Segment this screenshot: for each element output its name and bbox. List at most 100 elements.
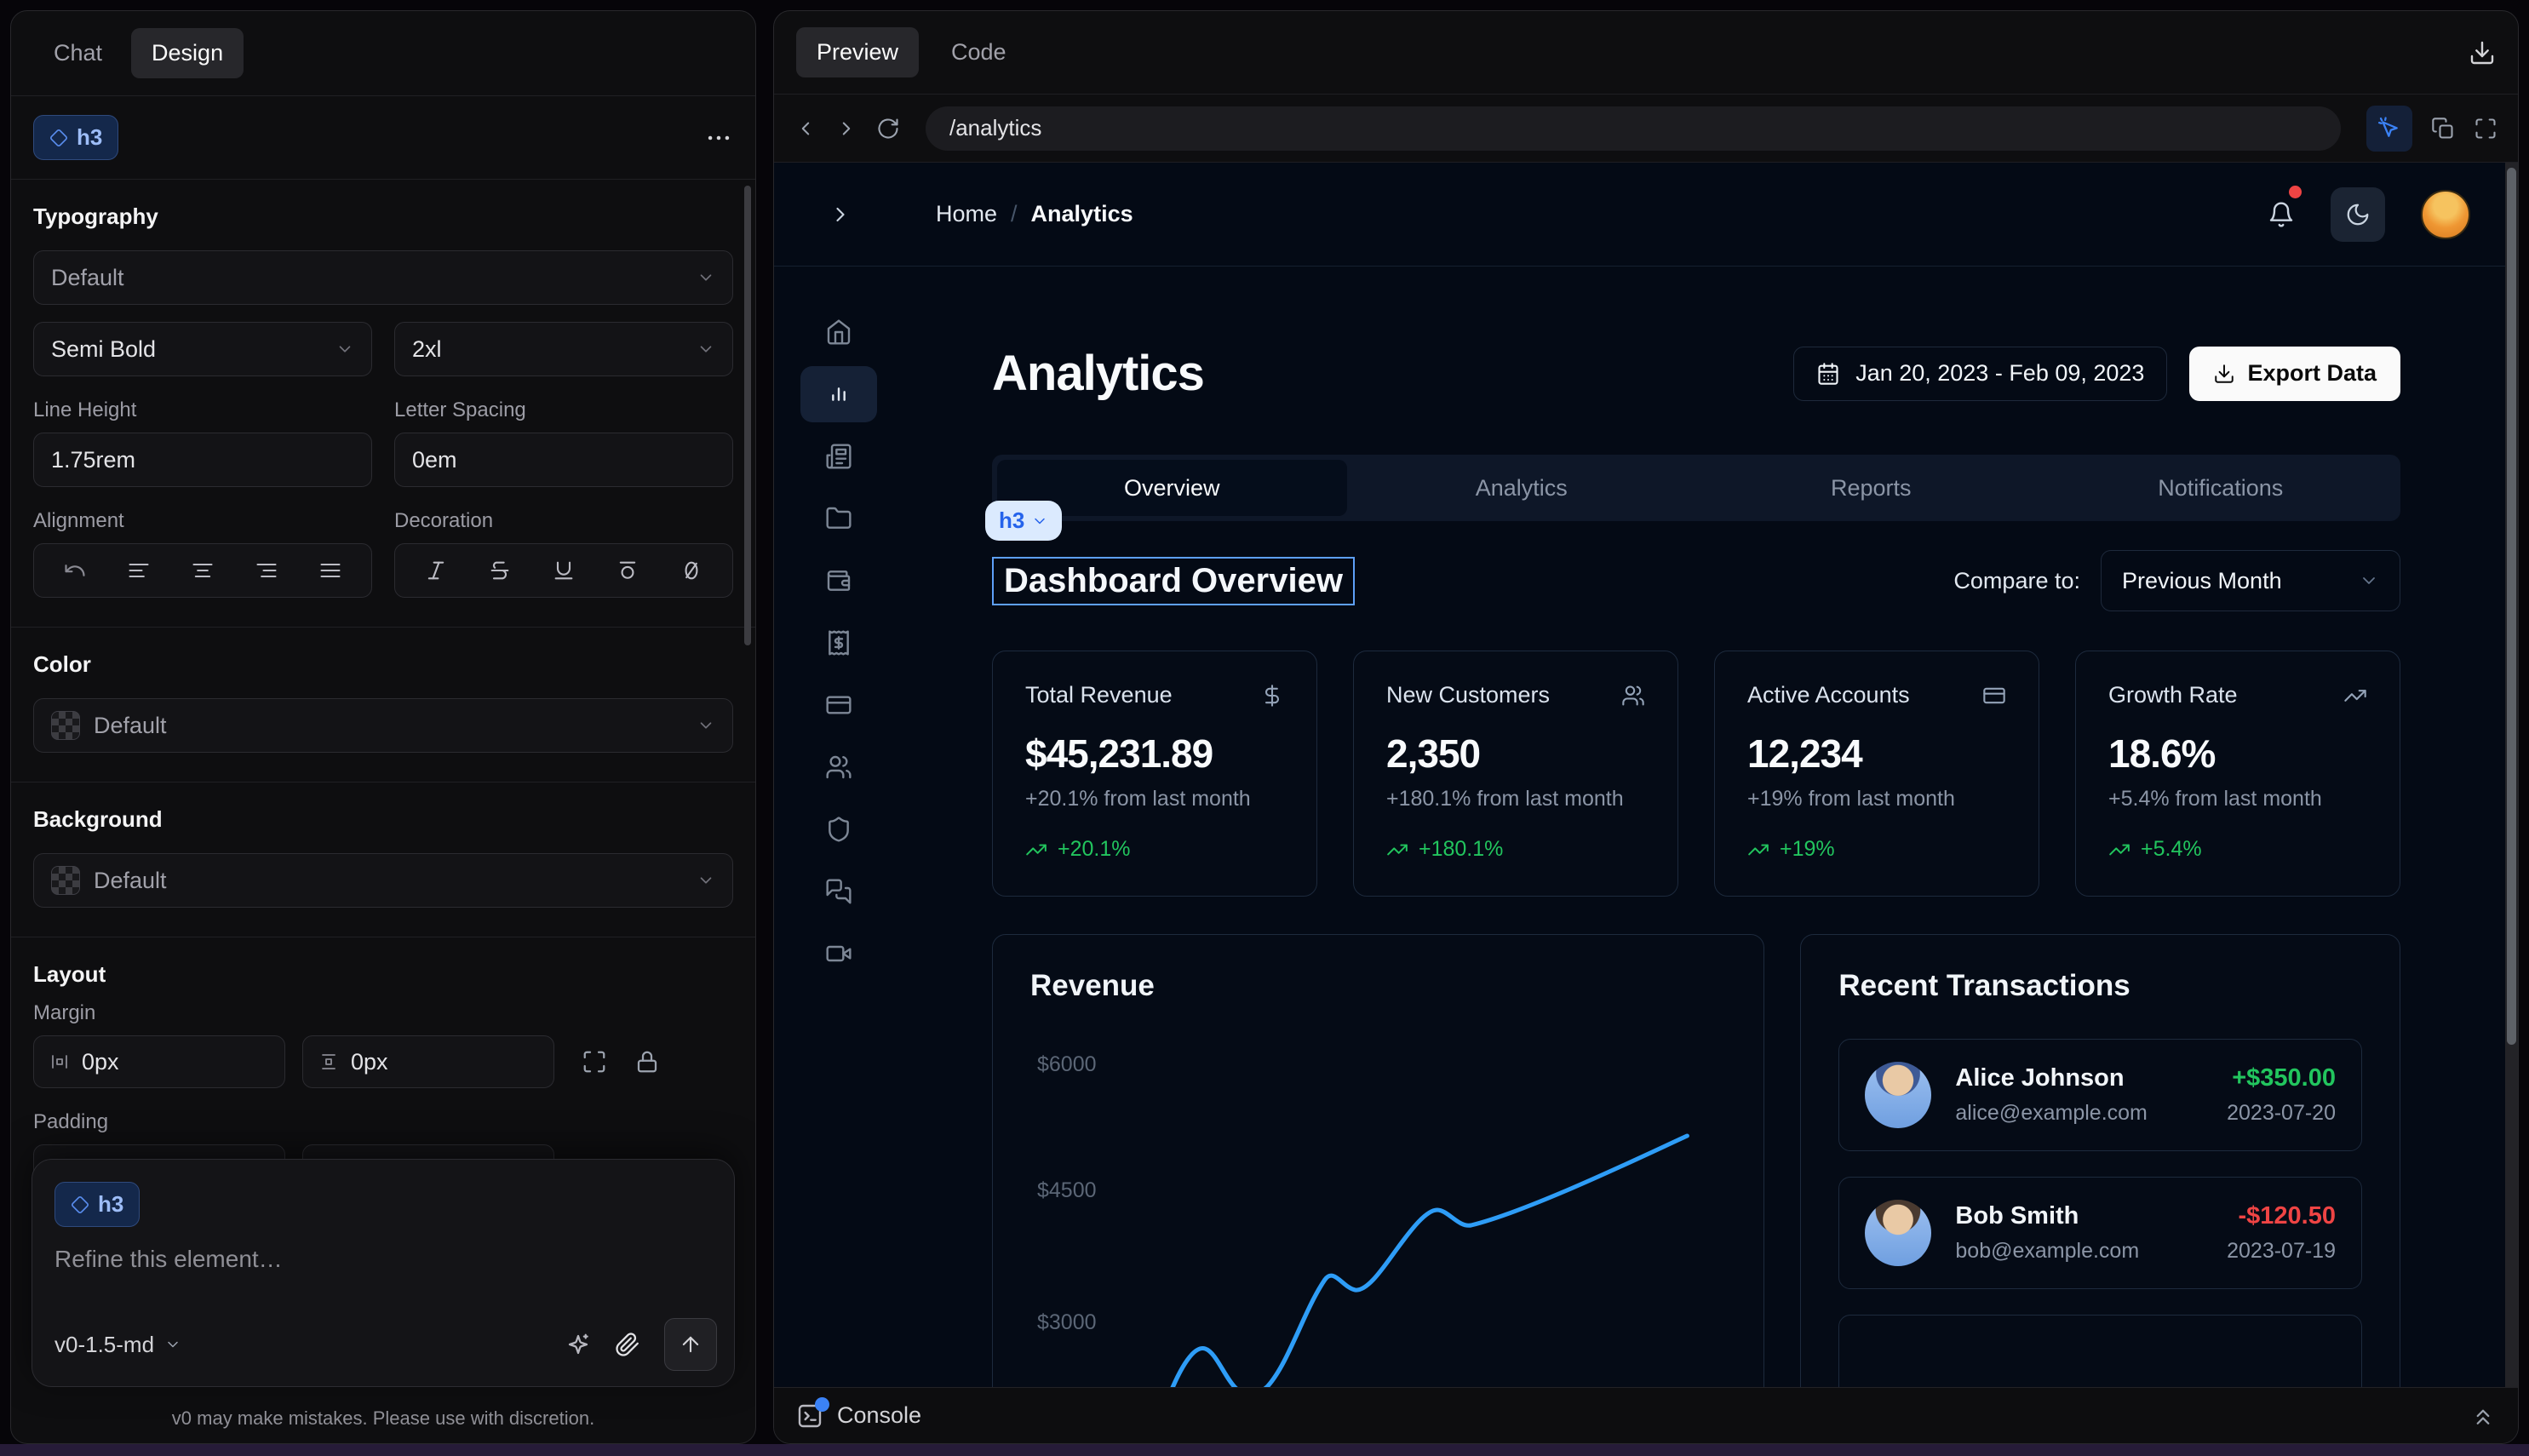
breadcrumb-current: Analytics [1031,201,1133,227]
back-icon[interactable] [794,118,817,140]
no-decoration-icon[interactable] [680,559,703,582]
user-avatar[interactable] [2421,190,2470,239]
inspector-selection-chip[interactable]: h3 [985,501,1062,541]
app-header: Home / Analytics [774,163,2518,267]
font-family-select[interactable]: Default [33,250,733,305]
forward-icon[interactable] [835,118,857,140]
arrow-up-icon [679,1333,702,1356]
console-badge-dot [815,1397,829,1412]
console-bar[interactable]: Console [774,1387,2518,1443]
margin-horizontal-icon [49,1052,70,1072]
tab-code[interactable]: Code [931,27,1027,77]
stats-grid: Total Revenue $45,231.89 +20.1% from las… [992,651,2400,897]
notifications-button[interactable] [2268,201,2295,228]
decoration-label: Decoration [394,509,733,533]
lock-icon[interactable] [634,1049,660,1075]
paperclip-icon[interactable] [615,1332,640,1357]
breadcrumb: Home / Analytics [936,201,1133,227]
letter-spacing-input[interactable]: 0em [394,433,733,487]
alignment-group [33,543,372,598]
font-weight-select[interactable]: Semi Bold [33,322,372,376]
rail-item-users[interactable] [774,736,903,798]
margin-y-input[interactable]: 0px [302,1035,554,1088]
inspect-cursor-button[interactable] [2366,106,2412,152]
chevron-down-icon [697,340,715,358]
credit-card-icon [825,691,852,719]
trending-up-icon [2108,839,2130,861]
sidebar-toggle-icon[interactable] [829,203,852,226]
users-icon [825,754,852,781]
bell-icon [2268,201,2295,228]
selected-element-chip[interactable]: h3 [33,115,118,160]
tab-reports[interactable]: Reports [1696,460,2046,516]
moon-icon [2345,202,2371,227]
model-select[interactable]: v0-1.5-md [54,1332,181,1358]
align-right-icon[interactable] [255,559,278,582]
tab-chat[interactable]: Chat [33,28,123,78]
expand-sides-icon[interactable] [582,1049,607,1075]
rail-item-files[interactable] [774,487,903,549]
date-range-button[interactable]: Jan 20, 2023 - Feb 09, 2023 [1793,347,2167,401]
rail-item-analytics[interactable] [774,363,903,425]
background-heading: Background [33,806,733,833]
font-size-select[interactable]: 2xl [394,322,733,376]
diamond-icon [49,129,68,147]
overline-icon[interactable] [616,559,639,582]
video-icon [825,940,852,967]
underline-icon[interactable] [552,559,576,582]
strikethrough-icon[interactable] [488,559,512,582]
download-icon[interactable] [2469,39,2496,66]
rail-item-invoices[interactable] [774,611,903,674]
sparkles-icon[interactable] [565,1332,591,1357]
disclaimer-text: v0 may make mistakes. Please use with di… [11,1407,755,1430]
rail-item-cards[interactable] [774,674,903,736]
tab-analytics[interactable]: Analytics [1347,460,1697,516]
transaction-row[interactable]: Bob Smith bob@example.com -$120.50 2023-… [1838,1177,2362,1289]
rail-item-home[interactable] [774,301,903,363]
copy-icon[interactable] [2431,117,2455,140]
tab-preview[interactable]: Preview [796,27,919,77]
messages-icon [825,878,852,905]
tab-notifications[interactable]: Notifications [2046,460,2396,516]
stat-card-active-accounts: Active Accounts 12,234 +19% from last mo… [1714,651,2039,897]
composer-element-chip[interactable]: h3 [54,1182,140,1227]
margin-x-input[interactable]: 0px [33,1035,285,1088]
rail-item-wallet[interactable] [774,549,903,611]
shield-icon [825,816,852,843]
credit-card-icon [1982,684,2006,708]
align-left-icon[interactable] [127,559,151,582]
revenue-line-chart: $6000 $4500 $3000 [1030,1027,1726,1387]
refresh-icon[interactable] [876,117,900,140]
download-icon [2213,363,2235,385]
preview-scrollbar[interactable] [2505,163,2518,1387]
rail-item-reports[interactable] [774,425,903,487]
breadcrumb-home[interactable]: Home [936,201,997,227]
export-data-button[interactable]: Export Data [2189,347,2400,401]
section-heading[interactable]: Dashboard Overview [992,557,1355,605]
chevrons-up-icon[interactable] [2470,1403,2496,1429]
send-button[interactable] [664,1318,717,1371]
align-justify-icon[interactable] [318,559,342,582]
reset-alignment-icon[interactable] [63,559,87,582]
diamond-icon [71,1195,89,1214]
chevron-down-icon [697,716,715,735]
rail-item-security[interactable] [774,798,903,860]
transaction-row[interactable]: Alice Johnson alice@example.com +$350.00… [1838,1039,2362,1151]
rail-item-video[interactable] [774,922,903,984]
more-options-icon[interactable] [704,123,733,152]
color-select[interactable]: Default [33,698,733,753]
transaction-row[interactable] [1838,1315,2362,1387]
refine-input[interactable]: Refine this element… [54,1246,712,1273]
background-select[interactable]: Default [33,853,733,908]
tab-design[interactable]: Design [131,28,244,78]
theme-toggle[interactable] [2331,187,2385,242]
rail-item-messages[interactable] [774,860,903,922]
align-center-icon[interactable] [191,559,215,582]
sidebar-scrollbar[interactable] [744,186,751,645]
italic-icon[interactable] [424,559,448,582]
compare-select[interactable]: Previous Month [2101,550,2400,611]
preview-tabbar: Preview Code [774,11,2518,95]
url-input[interactable]: /analytics [926,106,2341,151]
line-height-input[interactable]: 1.75rem [33,433,372,487]
fullscreen-icon[interactable] [2474,117,2497,140]
